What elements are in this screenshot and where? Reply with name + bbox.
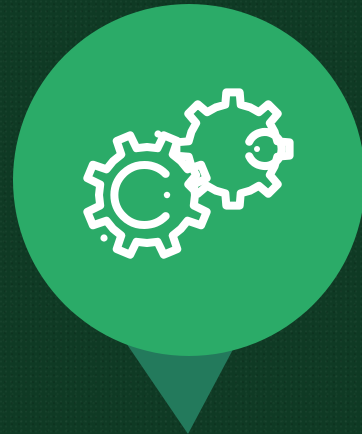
pin-scene	[0, 0, 362, 434]
map-pin	[13, 4, 362, 434]
spark-dot-2	[100, 234, 108, 242]
gear-large-dot	[163, 191, 171, 199]
gear-small-dot	[254, 146, 260, 152]
spark-dot-1	[154, 130, 162, 138]
